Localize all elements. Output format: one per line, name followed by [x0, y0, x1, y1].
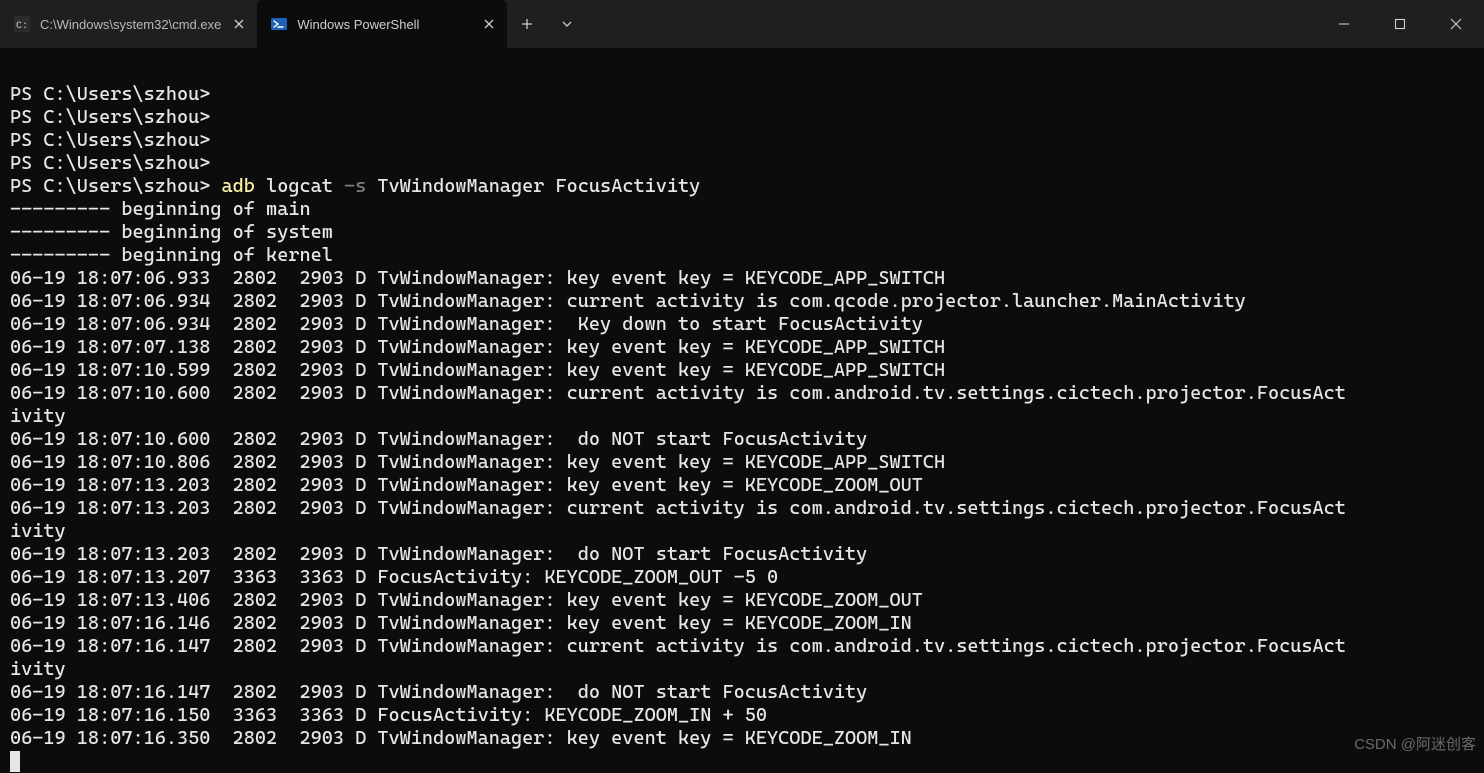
log-line: 06-19 18:07:10.600 2802 2903 D TvWindowM… — [10, 428, 867, 450]
titlebar: C: C:\Windows\system32\cmd.exe Windows P… — [0, 0, 1484, 48]
log-line: 06-19 18:07:13.203 2802 2903 D TvWindowM… — [10, 474, 923, 496]
prompt: PS C:\Users\szhou> — [10, 106, 210, 128]
tab-title: C:\Windows\system32\cmd.exe — [40, 17, 221, 32]
log-line: --------- beginning of main — [10, 198, 311, 220]
prompt: PS C:\Users\szhou> — [10, 83, 210, 105]
prompt: PS C:\Users\szhou> — [10, 175, 222, 197]
log-line: ivity — [10, 405, 66, 427]
text-cursor — [10, 751, 20, 772]
maximize-button[interactable] — [1372, 0, 1428, 48]
log-line: --------- beginning of kernel — [10, 244, 333, 266]
log-line: 06-19 18:07:16.350 2802 2903 D TvWindowM… — [10, 727, 912, 749]
close-icon[interactable] — [231, 16, 247, 32]
new-tab-button[interactable] — [507, 0, 547, 48]
terminal-output[interactable]: PS C:\Users\szhou> PS C:\Users\szhou> PS… — [0, 48, 1484, 773]
log-line: 06-19 18:07:06.934 2802 2903 D TvWindowM… — [10, 290, 1246, 312]
cmd-icon: C: — [14, 16, 30, 32]
log-line: 06-19 18:07:13.203 2802 2903 D TvWindowM… — [10, 543, 867, 565]
window-controls — [1316, 0, 1484, 48]
log-line: ivity — [10, 520, 66, 542]
log-line: 06-19 18:07:06.933 2802 2903 D TvWindowM… — [10, 267, 945, 289]
log-line: 06-19 18:07:07.138 2802 2903 D TvWindowM… — [10, 336, 945, 358]
log-line: 06-19 18:07:13.207 3363 3363 D FocusActi… — [10, 566, 778, 588]
log-line: 06-19 18:07:16.150 3363 3363 D FocusActi… — [10, 704, 767, 726]
minimize-button[interactable] — [1316, 0, 1372, 48]
log-line: 06-19 18:07:13.203 2802 2903 D TvWindowM… — [10, 497, 1346, 519]
prompt: PS C:\Users\szhou> — [10, 152, 210, 174]
svg-text:C:: C: — [16, 21, 28, 32]
log-line: 06-19 18:07:10.599 2802 2903 D TvWindowM… — [10, 359, 945, 381]
command-logcat: logcat — [255, 175, 344, 197]
tab-cmd[interactable]: C: C:\Windows\system32\cmd.exe — [0, 0, 257, 48]
log-line: 06-19 18:07:13.406 2802 2903 D TvWindowM… — [10, 589, 923, 611]
tab-powershell[interactable]: Windows PowerShell — [257, 0, 507, 48]
log-line: 06-19 18:07:06.934 2802 2903 D TvWindowM… — [10, 313, 923, 335]
log-line: ivity — [10, 658, 66, 680]
log-line: 06-19 18:07:10.600 2802 2903 D TvWindowM… — [10, 382, 1346, 404]
command-adb: adb — [222, 175, 255, 197]
log-line: 06-19 18:07:16.147 2802 2903 D TvWindowM… — [10, 635, 1346, 657]
titlebar-drag-area[interactable] — [587, 0, 1316, 48]
log-line: 06-19 18:07:16.147 2802 2903 D TvWindowM… — [10, 681, 867, 703]
close-window-button[interactable] — [1428, 0, 1484, 48]
close-icon[interactable] — [481, 16, 497, 32]
command-flag: -s — [344, 175, 366, 197]
command-args: TvWindowManager FocusActivity — [366, 175, 700, 197]
prompt: PS C:\Users\szhou> — [10, 129, 210, 151]
powershell-icon — [271, 16, 287, 32]
log-line: 06-19 18:07:16.146 2802 2903 D TvWindowM… — [10, 612, 912, 634]
tab-title: Windows PowerShell — [297, 17, 471, 32]
log-line: --------- beginning of system — [10, 221, 333, 243]
tab-dropdown-button[interactable] — [547, 0, 587, 48]
log-line: 06-19 18:07:10.806 2802 2903 D TvWindowM… — [10, 451, 945, 473]
